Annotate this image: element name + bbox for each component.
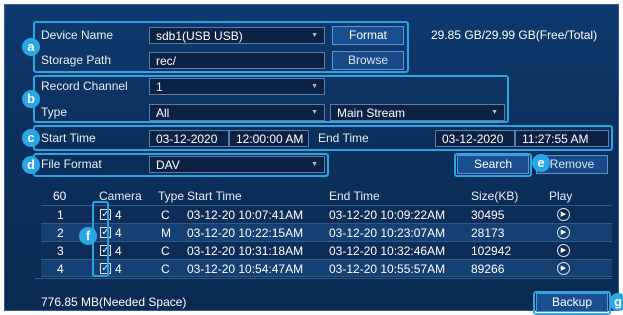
row-type: M — [161, 226, 171, 240]
row-end-time: 03-12-20 10:32:46AM — [329, 244, 446, 258]
header-size: Size(KB) — [471, 189, 519, 203]
callout-box-d — [33, 153, 329, 177]
table-row[interactable]: 2 ✓ 4 M 03-12-20 10:22:15AM 03-12-20 10:… — [41, 223, 612, 241]
header-play: Play — [549, 189, 573, 203]
row-start-time: 03-12-20 10:31:18AM — [187, 244, 304, 258]
header-type: Type — [158, 189, 185, 203]
row-type: C — [161, 208, 170, 222]
callout-box-b — [33, 75, 509, 123]
row-camera: 4 — [115, 244, 122, 258]
play-circle-icon[interactable]: ▶ — [557, 244, 570, 257]
row-type: C — [161, 262, 170, 276]
row-number: 3 — [57, 244, 64, 258]
row-size: 28173 — [471, 226, 505, 240]
row-end-time: 03-12-20 10:55:57AM — [329, 262, 446, 276]
callout-badge-a: a — [22, 38, 40, 56]
row-camera: 4 — [115, 262, 122, 276]
row-start-time: 03-12-20 10:54:47AM — [187, 262, 304, 276]
callout-box-g — [533, 291, 611, 315]
table-row[interactable]: 1 ✓ 4 C 03-12-20 10:07:41AM 03-12-20 10:… — [41, 205, 612, 223]
callout-badge-g: g — [609, 293, 623, 311]
callout-box-c — [33, 125, 613, 151]
row-number: 1 — [57, 208, 64, 222]
row-camera: 4 — [115, 226, 122, 240]
play-circle-icon[interactable]: ▶ — [557, 226, 570, 239]
callout-badge-e: e — [532, 154, 550, 172]
result-count: 60 — [53, 189, 67, 203]
table-header: 60 Camera Type Start Time End Time Size(… — [41, 187, 612, 205]
row-size: 102942 — [471, 244, 512, 258]
row-number: 4 — [57, 262, 64, 276]
table-row[interactable]: 3 ✓ 4 C 03-12-20 10:31:18AM 03-12-20 10:… — [41, 241, 612, 259]
row-number: 2 — [57, 226, 64, 240]
needed-space-text: 776.85 MB(Needed Space) — [41, 295, 187, 309]
divider — [35, 278, 612, 279]
screenshot-frame: Device Name sdb1(USB USB) ▼ Format 29.85… — [0, 0, 623, 315]
row-size: 89266 — [471, 262, 505, 276]
callout-badge-b: b — [22, 90, 40, 108]
row-end-time: 03-12-20 10:09:22AM — [329, 208, 446, 222]
row-size: 30495 — [471, 208, 505, 222]
row-start-time: 03-12-20 10:22:15AM — [187, 226, 304, 240]
play-circle-icon[interactable]: ▶ — [557, 262, 570, 275]
row-camera: 4 — [115, 208, 122, 222]
callout-badge-c: c — [22, 129, 40, 147]
callout-box-a — [33, 21, 409, 73]
row-start-time: 03-12-20 10:07:41AM — [187, 208, 304, 222]
backup-panel: Device Name sdb1(USB USB) ▼ Format 29.85… — [4, 4, 623, 315]
header-end-time: End Time — [329, 189, 380, 203]
row-type: C — [161, 244, 170, 258]
callout-box-e — [454, 153, 532, 177]
callout-badge-d: d — [22, 156, 40, 174]
capacity-text: 29.85 GB/29.99 GB(Free/Total) — [431, 28, 598, 42]
table-row[interactable]: 4 ✓ 4 C 03-12-20 10:54:47AM 03-12-20 10:… — [41, 259, 612, 277]
header-start-time: Start Time — [187, 189, 242, 203]
callout-badge-f: f — [79, 227, 97, 245]
row-end-time: 03-12-20 10:23:07AM — [329, 226, 446, 240]
play-circle-icon[interactable]: ▶ — [557, 208, 570, 221]
